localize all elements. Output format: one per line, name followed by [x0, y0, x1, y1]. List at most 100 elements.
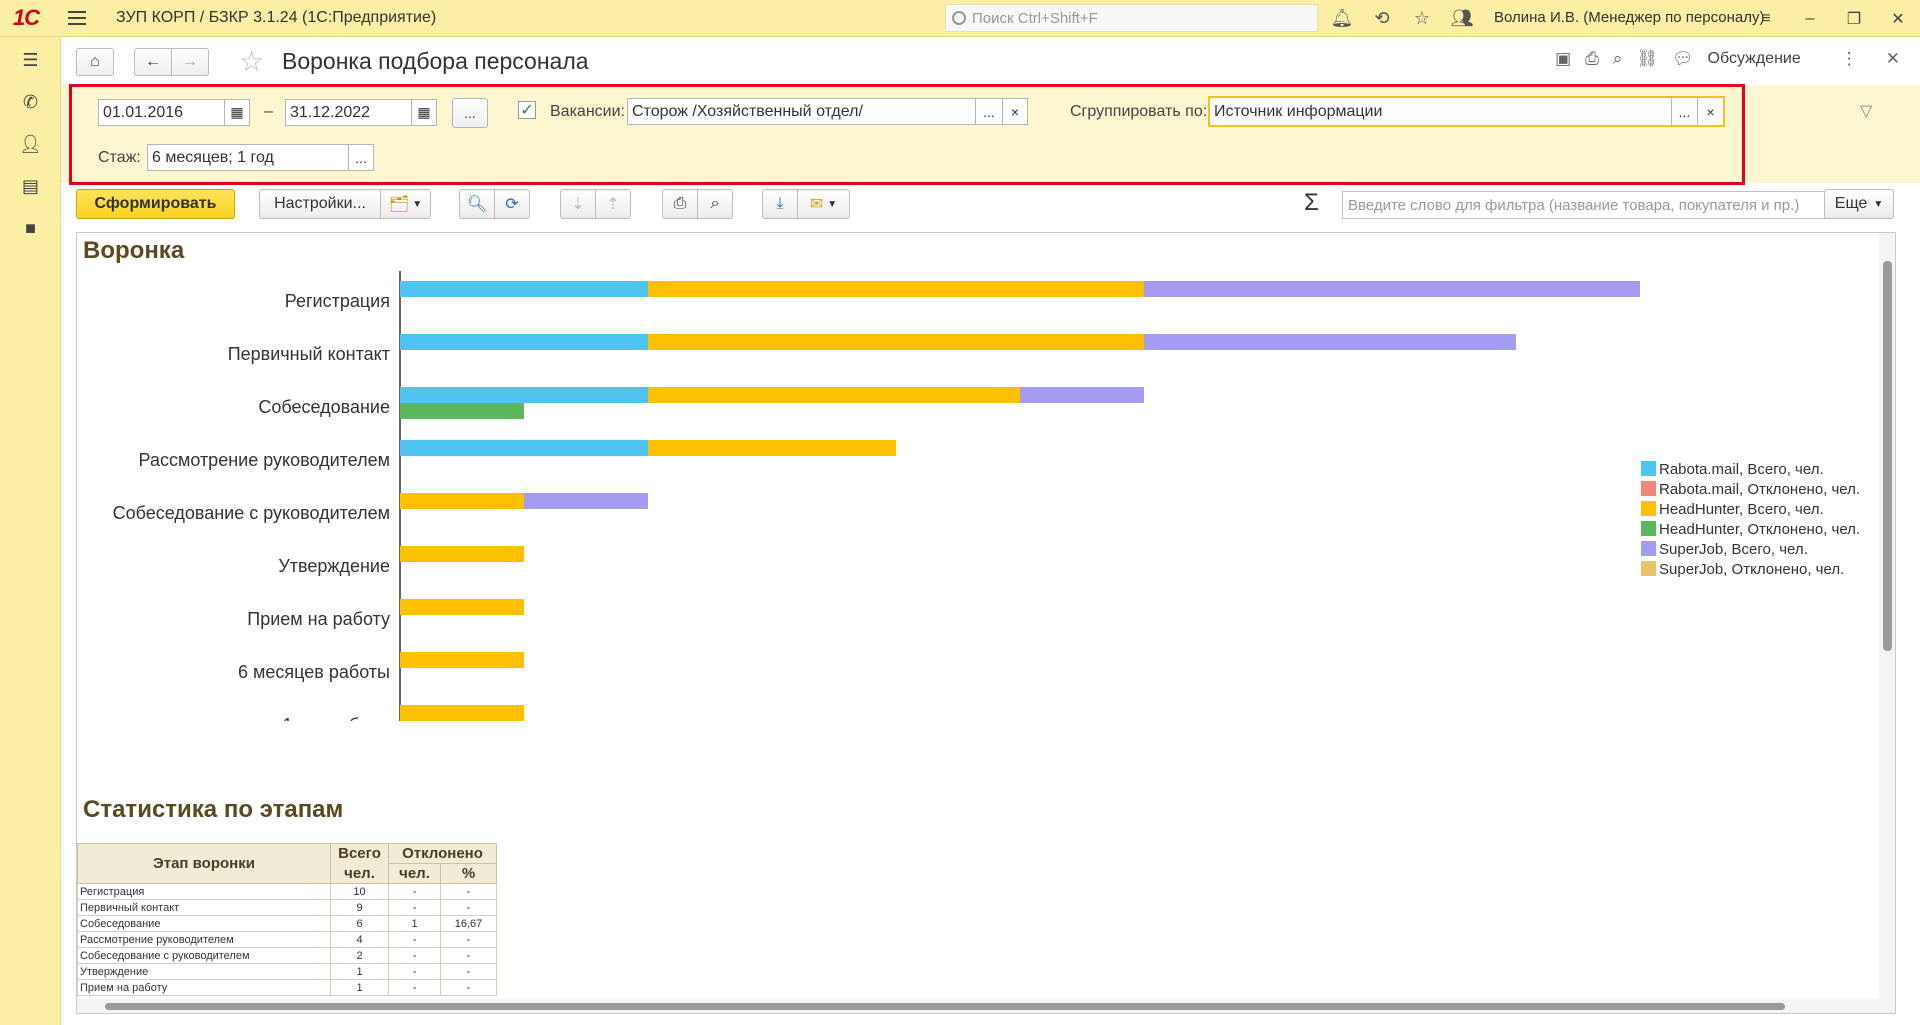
history-icon[interactable]: ⟲: [1370, 7, 1394, 31]
stats-cell-total: 6: [330, 915, 389, 932]
restore-icon[interactable]: ❐: [1832, 9, 1876, 29]
stats-cell-stage: Собеседование с руководителем: [77, 947, 331, 964]
bar-total: [400, 281, 648, 297]
search-next-icon: ⟳: [505, 196, 519, 213]
category-label: Собеседование: [258, 397, 390, 417]
bar-total: [1144, 334, 1516, 350]
filter-input[interactable]: Введите слово для фильтра (название това…: [1342, 191, 1854, 219]
funnel-chart: Регистрация Первичный контакт Собеседовани…: [113, 271, 1860, 721]
bar-total: [400, 546, 524, 562]
highlight-frame: [69, 84, 1745, 185]
stats-cell-rej: 1: [388, 915, 441, 932]
sum-icon[interactable]: Σ: [1304, 189, 1319, 217]
forward-button[interactable]: →: [171, 48, 209, 76]
close-form-icon[interactable]: ✕: [1886, 49, 1900, 69]
category-label: Первичный контакт: [228, 344, 390, 364]
chevron-down-icon: ▼: [1873, 198, 1884, 210]
close-window-icon[interactable]: ✕: [1876, 9, 1920, 29]
variants-dropdown-button[interactable]: 🗂︎ ▼: [380, 189, 431, 219]
phone-icon[interactable]: ✆: [0, 81, 61, 123]
legend-label: Rabota.mail, Всего, чел.: [1659, 461, 1824, 478]
print-icon[interactable]: ⎙: [1585, 49, 1599, 69]
report-spreadsheet[interactable]: Воронка Регистрация Первичный контакт Собе…: [76, 232, 1896, 1014]
horizontal-scroll-thumb[interactable]: [105, 1003, 1785, 1010]
legend-swatch: [1641, 561, 1656, 576]
stats-row: Утверждение 1- -: [77, 963, 497, 980]
search-icon: [952, 11, 966, 25]
category-label: Собеседование с руководителем: [113, 503, 390, 523]
bar-total: [400, 652, 524, 668]
title-bar: 1С ЗУП КОРП / БЗКР 3.1.24 (1С:Предприяти…: [0, 0, 1920, 37]
more-label: Еще: [1834, 195, 1868, 212]
category-label: 1 год работы: [283, 715, 390, 721]
sections-menu-icon[interactable]: ☰: [0, 39, 61, 81]
stats-cell-rej: -: [388, 899, 441, 916]
more-button[interactable]: Еще ▼: [1824, 189, 1894, 219]
find-button[interactable]: 🔍︎: [459, 189, 495, 219]
stats-row: Собеседование с руководителем 2- -: [77, 947, 497, 964]
stats-cell-pct: -: [440, 931, 497, 948]
stats-cell-stage: Первичный контакт: [77, 899, 331, 916]
home-icon: ⌂: [90, 53, 100, 70]
current-user[interactable]: Волина И.В. (Менеджер по персоналу): [1494, 9, 1765, 26]
bar-total: [1144, 281, 1640, 297]
vertical-scrollbar[interactable]: [1879, 233, 1895, 1013]
global-search-placeholder: Поиск Ctrl+Shift+F: [972, 9, 1098, 27]
generate-button[interactable]: Сформировать: [76, 189, 235, 219]
col-stage: Этап воронки: [77, 843, 331, 884]
bar-total: [400, 440, 648, 456]
legend-swatch: [1641, 481, 1656, 496]
stats-cell-total: 9: [330, 899, 389, 916]
save-file-button[interactable]: ⤓: [762, 189, 798, 219]
favorite-star-icon[interactable]: ☆: [239, 45, 264, 78]
stats-cell-pct: -: [440, 963, 497, 980]
arrow-right-icon: →: [182, 53, 198, 70]
discussion-icon[interactable]: 💬︎: [1672, 49, 1694, 69]
users-icon[interactable]: 👥︎: [1450, 7, 1474, 31]
horizontal-scrollbar[interactable]: [77, 999, 1881, 1013]
settings-menu-icon[interactable]: ≡: [1744, 10, 1788, 28]
legend-swatch: [1641, 461, 1656, 476]
bar-rejected: [400, 403, 524, 419]
vertical-scroll-thumb[interactable]: [1883, 261, 1892, 651]
collapse-groups-button[interactable]: ⇡: [595, 189, 631, 219]
bar-total: [648, 387, 1020, 403]
main-menu-icon[interactable]: [68, 11, 98, 25]
favorites-star-icon[interactable]: ☆: [1410, 7, 1434, 31]
save-icon[interactable]: ▣: [1555, 49, 1571, 69]
preview-icon[interactable]: ⌕: [1613, 49, 1623, 69]
dashboard-icon[interactable]: ■: [0, 207, 61, 249]
find-next-button[interactable]: ⟳: [494, 189, 530, 219]
settings-button[interactable]: Настройки...: [259, 189, 381, 219]
search-icon: 🔍︎: [466, 196, 488, 213]
expand-groups-button[interactable]: ⇣: [560, 189, 596, 219]
stats-cell-stage: Утверждение: [77, 963, 331, 980]
stats-cell-stage: Собеседование: [77, 915, 331, 932]
link-icon[interactable]: ⛓: [1636, 49, 1658, 69]
stats-title: Статистика по этапам: [83, 796, 344, 823]
print-button[interactable]: ⎙: [662, 189, 698, 219]
send-email-button[interactable]: ✉ ▼: [797, 189, 850, 219]
filter-funnel-icon[interactable]: ▽: [1860, 101, 1872, 121]
preview-button[interactable]: ⌕: [697, 189, 733, 219]
col-rejected-pct: %: [440, 863, 497, 884]
stats-cell-total: 10: [330, 883, 389, 900]
people-icon[interactable]: 👤︎: [0, 123, 61, 165]
global-search-input[interactable]: Поиск Ctrl+Shift+F: [945, 4, 1318, 32]
id-card-icon[interactable]: ▤: [0, 165, 61, 207]
minimize-icon[interactable]: –: [1788, 10, 1832, 28]
more-vertical-icon[interactable]: ⋮: [1841, 49, 1858, 69]
bar-total: [524, 493, 648, 509]
back-button[interactable]: ←: [134, 48, 172, 76]
bar-total: [400, 387, 648, 403]
stats-cell-pct: -: [440, 899, 497, 916]
col-total-unit: чел.: [330, 863, 389, 884]
legend-label: Rabota.mail, Отклонено, чел.: [1659, 481, 1860, 498]
category-label: Регистрация: [285, 291, 390, 311]
legend-label: SuperJob, Всего, чел.: [1659, 541, 1808, 558]
discussion-link[interactable]: Обсуждение: [1708, 50, 1801, 68]
home-button[interactable]: ⌂: [76, 48, 114, 76]
stats-cell-pct: -: [440, 883, 497, 900]
bell-icon[interactable]: 🔔︎: [1330, 7, 1354, 31]
bar-total: [400, 334, 648, 350]
